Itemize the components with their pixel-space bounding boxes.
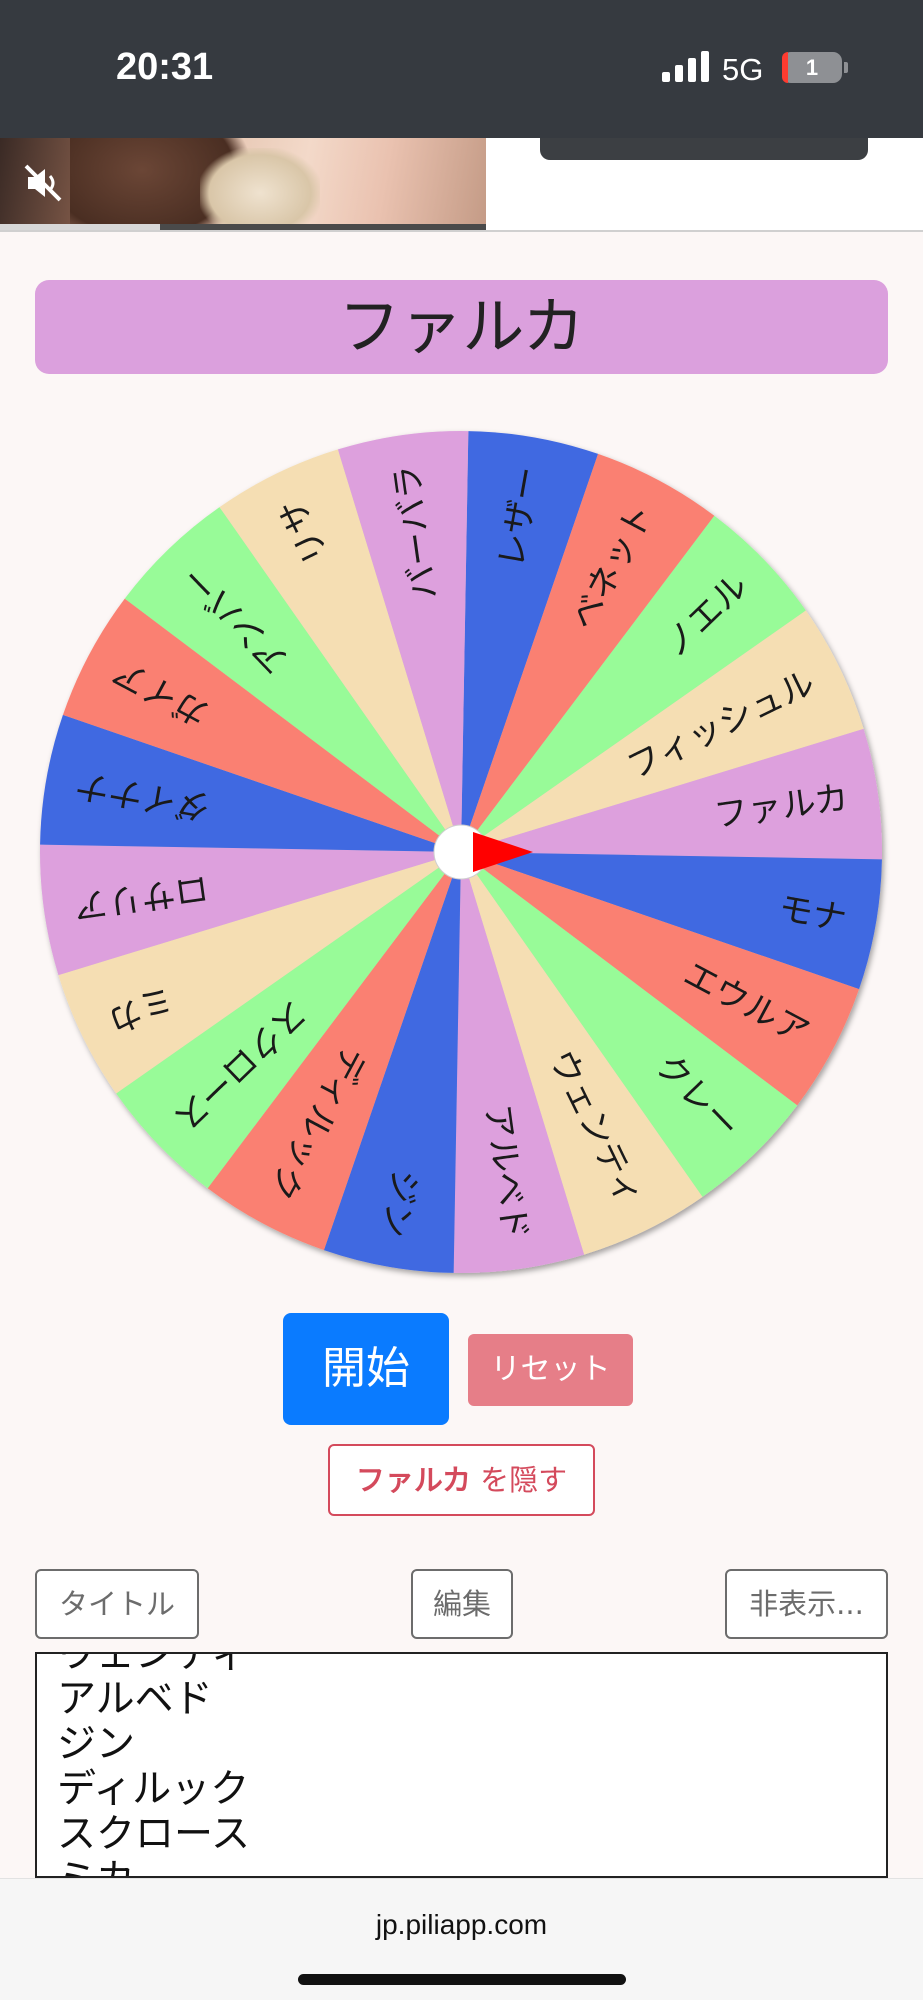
hide-result-suffix: を隠す bbox=[470, 1463, 568, 1497]
title-button[interactable]: タイトル bbox=[35, 1569, 199, 1639]
result-title: ファルカ bbox=[35, 280, 888, 374]
ad-video[interactable] bbox=[0, 138, 486, 230]
hide-result-button[interactable]: ファルカ を隠す bbox=[328, 1444, 595, 1516]
edit-button[interactable]: 編集 bbox=[411, 1569, 513, 1639]
entry-list-item: ジン bbox=[57, 1722, 136, 1767]
entry-list-item: ミカ bbox=[57, 1857, 250, 1876]
home-indicator bbox=[298, 1974, 626, 1985]
battery-cap bbox=[844, 62, 848, 73]
hidden-items-button[interactable]: 非表示... bbox=[725, 1569, 888, 1639]
battery-icon: 1 bbox=[782, 52, 842, 83]
ad-overlay-bar bbox=[540, 138, 868, 160]
entry-list-item: ディルック bbox=[57, 1767, 250, 1812]
reset-button[interactable]: リセット bbox=[468, 1334, 633, 1406]
entry-list-item: アルベド bbox=[57, 1677, 213, 1722]
hide-result-name: ファルカ bbox=[355, 1463, 471, 1497]
status-time: 20:31 bbox=[116, 46, 214, 88]
entry-list-item: ウェンティ bbox=[57, 1652, 250, 1677]
entry-list-item: スクロース bbox=[57, 1812, 251, 1857]
speaker-muted-icon[interactable] bbox=[20, 160, 66, 206]
url-bar[interactable]: jp.piliapp.com bbox=[0, 1909, 923, 1941]
signal-bars-icon bbox=[662, 50, 710, 82]
network-label: 5G bbox=[722, 52, 764, 87]
start-button[interactable]: 開始 bbox=[283, 1313, 449, 1425]
ad-progress-fill bbox=[0, 224, 161, 230]
browser-toolbar: jp.piliapp.com bbox=[0, 1878, 923, 2000]
ad-banner[interactable] bbox=[0, 138, 923, 232]
entry-list-textarea[interactable]: ウェンティアルベドジンディルックスクロースミカ bbox=[35, 1652, 888, 1878]
status-bar: 20:31 5G 1 bbox=[0, 0, 923, 138]
spin-wheel[interactable]: レザー ベネットノエルフィッシュルファルカモナエウルアクレーウェンティアルベドジン… bbox=[0, 400, 923, 1300]
ad-progress-bar bbox=[0, 224, 486, 230]
battery-level: 1 bbox=[805, 55, 819, 80]
